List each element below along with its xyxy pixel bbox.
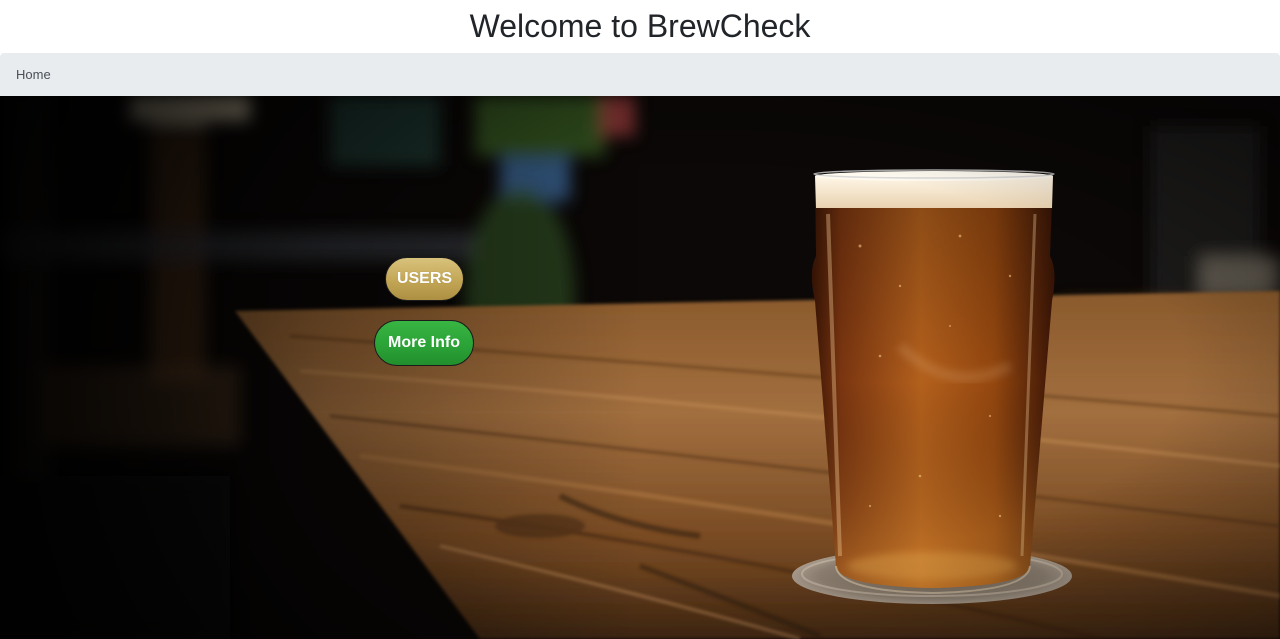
users-button[interactable]: USERS xyxy=(385,257,464,301)
page-header: Welcome to BrewCheck xyxy=(0,0,1280,53)
more-info-button[interactable]: More Info xyxy=(374,320,474,366)
breadcrumb: Home xyxy=(0,53,1280,96)
hero-section: USERS More Info xyxy=(0,96,1280,639)
breadcrumb-home-link[interactable]: Home xyxy=(16,67,51,82)
bar-beer-background-image xyxy=(0,96,1280,639)
page-title: Welcome to BrewCheck xyxy=(469,8,811,44)
